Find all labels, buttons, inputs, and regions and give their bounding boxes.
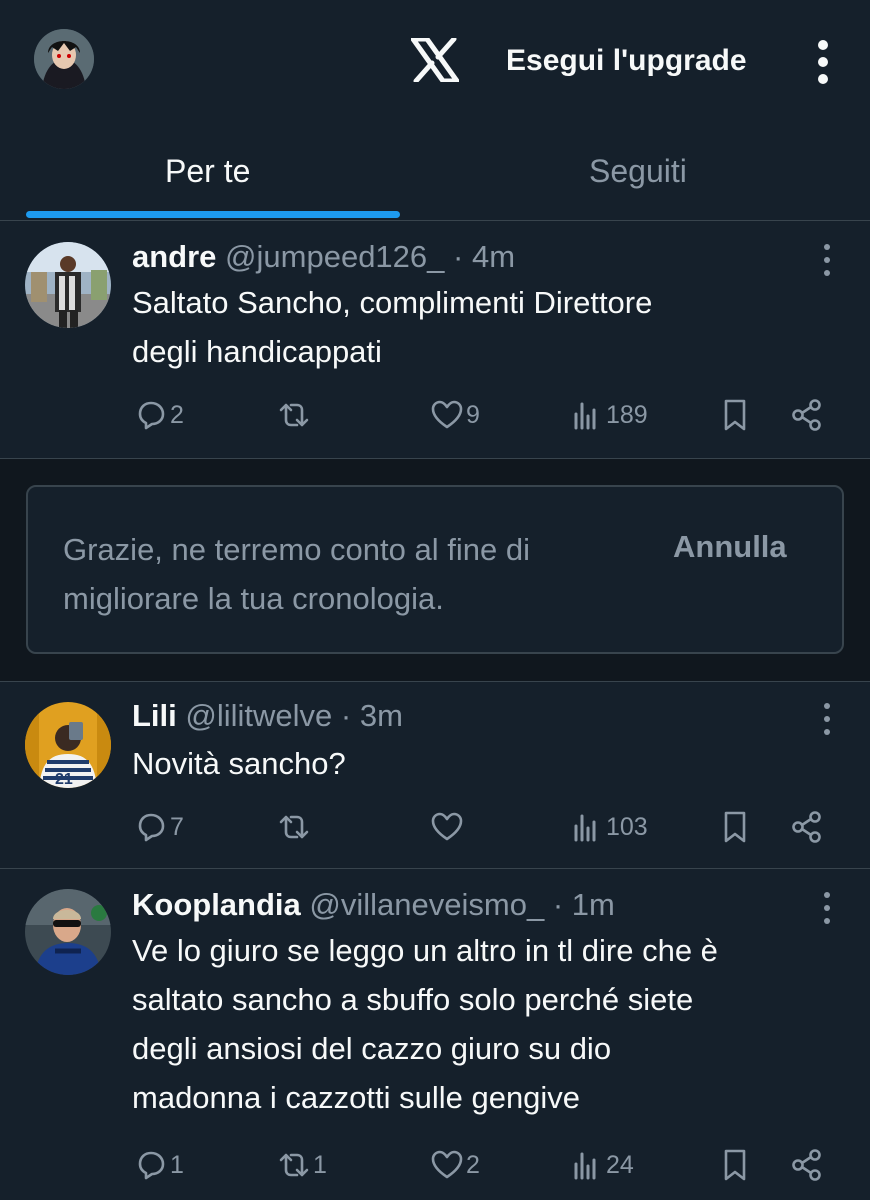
reply-count: 7 [170, 812, 184, 841]
tweet-header: Kooplandia @villaneveismo_ · 1m [132, 887, 615, 923]
tweet-actions: 7 103 [132, 807, 832, 847]
tweet-header: Lili @lilitwelve · 3m [132, 698, 403, 734]
reply-button[interactable]: 2 [134, 395, 184, 435]
views-button[interactable]: 24 [570, 1145, 634, 1185]
share-button[interactable] [790, 807, 824, 847]
tweet[interactable]: andre @jumpeed126_ · 4m Saltato Sancho, … [0, 221, 870, 459]
share-button[interactable] [790, 1145, 824, 1185]
avatar[interactable] [25, 889, 111, 975]
repost-count: 1 [313, 1150, 327, 1179]
tweet-text: Ve lo giuro se leggo un altro in tl dire… [132, 933, 718, 1115]
repost-button[interactable]: 1 [277, 1145, 327, 1185]
tweet[interactable]: Kooplandia @villaneveismo_ · 1m Ve lo gi… [0, 869, 870, 1200]
timestamp[interactable]: 3m [360, 698, 403, 733]
share-icon [792, 1149, 821, 1181]
views-icon [574, 1152, 596, 1180]
like-icon [431, 1150, 463, 1179]
tweet-actions: 2 9 189 [132, 395, 832, 435]
profile-avatar[interactable] [34, 29, 94, 89]
reply-icon [138, 1151, 165, 1180]
views-button[interactable]: 103 [570, 807, 648, 847]
reply-icon [138, 813, 165, 842]
display-name[interactable]: Lili [132, 698, 177, 733]
share-button[interactable] [790, 395, 824, 435]
like-button[interactable] [430, 807, 466, 847]
reply-icon [138, 401, 165, 430]
like-button[interactable]: 9 [430, 395, 480, 435]
reply-button[interactable]: 1 [134, 1145, 184, 1185]
reply-count: 2 [170, 400, 184, 429]
separator: · [453, 239, 464, 274]
like-button[interactable]: 2 [430, 1145, 480, 1185]
kebab-menu-icon[interactable] [815, 40, 831, 84]
repost-button[interactable] [277, 395, 313, 435]
timestamp[interactable]: 4m [472, 239, 515, 274]
tweet-text: Novità sancho? [132, 746, 346, 781]
kebab-menu-icon[interactable] [820, 702, 834, 736]
tab-following[interactable]: Seguiti [589, 153, 687, 190]
bookmark-icon [724, 811, 746, 843]
repost-icon [279, 815, 309, 839]
feedback-notice-area: Grazie, ne terremo conto al fine di migl… [0, 459, 870, 682]
view-count: 189 [606, 400, 648, 429]
repost-icon [279, 403, 309, 427]
upgrade-button[interactable]: Esegui l'upgrade [506, 44, 747, 78]
like-icon [431, 812, 463, 841]
like-count: 2 [466, 1150, 480, 1179]
bookmark-button[interactable] [718, 1145, 752, 1185]
user-handle[interactable]: @jumpeed126_ [225, 239, 444, 274]
share-icon [792, 399, 821, 431]
bookmark-icon [724, 399, 746, 431]
tab-for-you[interactable]: Per te [165, 153, 250, 190]
views-icon [574, 402, 596, 430]
reply-button[interactable]: 7 [134, 807, 184, 847]
like-icon [431, 400, 463, 429]
tweet-header: andre @jumpeed126_ · 4m [132, 239, 515, 275]
undo-button[interactable]: Annulla [673, 529, 787, 565]
bookmark-icon [724, 1149, 746, 1181]
display-name[interactable]: Kooplandia [132, 887, 301, 922]
tweet-text: Saltato Sancho, complimenti Direttore de… [132, 285, 653, 369]
repost-button[interactable] [277, 807, 313, 847]
separator: · [552, 887, 564, 922]
x-logo-icon[interactable] [411, 38, 459, 82]
tweet-actions: 1 1 2 24 [132, 1145, 832, 1185]
svg-text:21: 21 [55, 771, 73, 788]
kebab-menu-icon[interactable] [820, 243, 834, 277]
feedback-notice: Grazie, ne terremo conto al fine di migl… [26, 485, 844, 654]
share-icon [792, 811, 821, 843]
kebab-menu-icon[interactable] [820, 891, 834, 925]
active-tab-indicator [26, 211, 400, 218]
avatar[interactable] [25, 242, 111, 328]
avatar[interactable]: 21 [25, 702, 111, 788]
view-count: 24 [606, 1150, 634, 1179]
display-name[interactable]: andre [132, 239, 216, 274]
top-bar: Esegui l'upgrade [0, 0, 870, 125]
views-button[interactable]: 189 [570, 395, 648, 435]
bookmark-button[interactable] [718, 807, 752, 847]
timestamp[interactable]: 1m [572, 887, 615, 922]
view-count: 103 [606, 812, 648, 841]
reply-count: 1 [170, 1150, 184, 1179]
user-handle[interactable]: @lilitwelve [185, 698, 332, 733]
views-icon [574, 814, 596, 842]
separator: · [340, 698, 352, 733]
user-handle[interactable]: @villaneveismo_ [309, 887, 544, 922]
repost-icon [279, 1153, 309, 1177]
timeline-tabs: Per te Seguiti [0, 125, 870, 221]
tweet[interactable]: 21 Lili @lilitwelve · 3m Novità sancho? … [0, 682, 870, 869]
bookmark-button[interactable] [718, 395, 752, 435]
notice-text: Grazie, ne terremo conto al fine di migl… [63, 532, 530, 616]
like-count: 9 [466, 400, 480, 429]
